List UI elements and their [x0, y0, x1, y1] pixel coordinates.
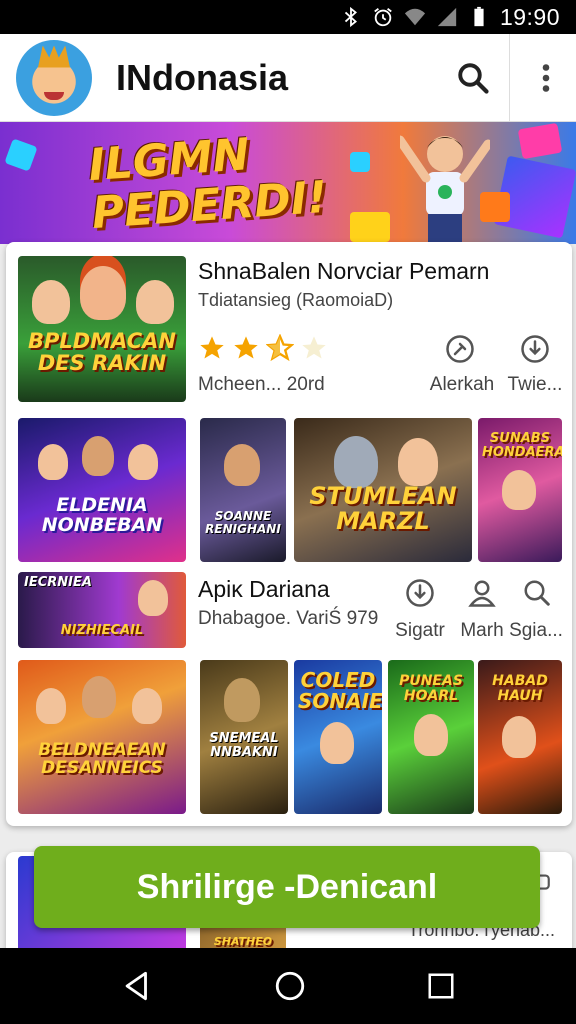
character-face — [398, 438, 438, 486]
app-bar: INdonasia — [0, 33, 576, 122]
thumbnail-title: HABAD HAUH — [492, 673, 548, 704]
back-icon[interactable] — [120, 969, 154, 1003]
thumbnail-title: SOANNE RENIGHANI — [205, 509, 281, 536]
character-face — [80, 266, 126, 320]
battery-icon — [474, 6, 484, 27]
system-nav-bar — [0, 948, 576, 1024]
cube-decoration — [350, 152, 370, 172]
search-icon — [458, 62, 489, 94]
wifi-icon — [404, 8, 426, 26]
cube-decoration — [350, 212, 390, 242]
character-face — [132, 688, 162, 724]
thumbnail-title: SUNABS HONDAERAGE — [482, 431, 562, 460]
character-face — [224, 444, 260, 486]
star-half-icon — [266, 334, 294, 362]
app-thumbnail[interactable]: PUNEAS HOARL — [388, 660, 474, 814]
rating-stars — [198, 334, 328, 362]
bluetooth-icon — [344, 6, 357, 28]
alarm-clock-icon — [374, 8, 392, 27]
second-app-name[interactable]: Apiκ Dariana — [198, 576, 330, 603]
status-bar: 19:90 — [0, 0, 576, 34]
overflow-menu-button[interactable] — [516, 48, 576, 108]
star-icon — [200, 336, 224, 359]
home-icon[interactable] — [273, 969, 307, 1003]
signal-icon — [437, 7, 457, 27]
character-face — [36, 688, 66, 724]
action-label: Sgia... — [509, 620, 563, 641]
thumbnail-title: BPLDMACAN DES RAKIN — [28, 329, 176, 376]
search-button[interactable] — [443, 48, 503, 108]
download-icon[interactable] — [520, 334, 550, 364]
character-face — [502, 716, 536, 758]
banner-title: ILGMN PEDERDI! — [87, 126, 329, 239]
character-face — [224, 678, 260, 722]
character-face — [320, 722, 354, 764]
app-thumbnail[interactable]: HABAD HAUH — [478, 660, 562, 814]
thumbnail-title: STUMLEAN MARZL — [309, 482, 457, 536]
character-face — [334, 436, 378, 488]
more-vert-icon — [542, 63, 550, 92]
thumbnail-title: ELDENIA NONBEBAN — [41, 494, 163, 536]
app-thumbnail[interactable]: COLED SONAIES — [294, 660, 382, 814]
download-icon[interactable] — [405, 578, 435, 608]
character-face — [502, 470, 536, 510]
app-list-card: BPLDMACAN DES RAKIN ShnaBalen Norvciar P… — [6, 242, 572, 826]
featured-app-name[interactable]: ShnaBalen Norvciar Pemarn — [198, 258, 489, 285]
character-face — [82, 676, 116, 718]
search-icon[interactable] — [522, 578, 552, 608]
character-face — [32, 280, 70, 324]
cube-decoration — [517, 122, 563, 160]
app-thumbnail[interactable]: SOANNE RENIGHANI — [200, 418, 286, 562]
app-thumbnail[interactable]: SUNABS HONDAERAGE — [478, 418, 562, 562]
character-face — [136, 280, 174, 324]
recents-icon[interactable] — [426, 971, 456, 1001]
alarm-icon[interactable] — [445, 334, 475, 364]
app-thumbnail[interactable]: BELDNEAEAN DESANNEICS — [18, 660, 186, 814]
action-label: Alerkah — [429, 374, 495, 395]
character-face — [38, 444, 68, 480]
app-thumbnail[interactable]: STUMLEAN MARZL — [294, 418, 472, 562]
thumbnail-title: COLED SONAIES — [298, 668, 382, 713]
star-empty-icon — [302, 336, 326, 359]
app-thumbnail[interactable]: SNEMEAL NNBAKNI — [200, 660, 288, 814]
promo-banner[interactable]: ILGMN PEDERDI! — [0, 122, 576, 244]
thumbnail-title: BELDNEAEAN DESANNEICS — [38, 740, 166, 778]
character-illustration — [400, 135, 490, 244]
character-face — [82, 436, 114, 476]
person-icon[interactable] — [467, 578, 497, 608]
thumbnail-subtitle: NIZHIECAIL — [60, 623, 144, 638]
second-app-developer: Dhabagoe. VariŚ 979 — [198, 608, 379, 629]
thumbnail-title: PUNEAS HOARL — [399, 673, 463, 704]
featured-app-thumbnail[interactable]: BPLDMACAN DES RAKIN — [18, 256, 186, 402]
app-logo — [16, 39, 92, 116]
character-face — [414, 714, 448, 756]
thumbnail-title: SHATHEO — [213, 935, 273, 949]
character-face — [128, 444, 158, 480]
page-title: INdonasia — [116, 56, 289, 98]
featured-app-meta: Mcheen... 20rd — [198, 374, 325, 395]
action-label: Twie... — [507, 374, 563, 395]
star-icon — [234, 336, 258, 359]
divider — [509, 33, 510, 122]
clock: 19:90 — [499, 3, 560, 30]
primary-action-button[interactable]: Shrilirge -Denicanl — [34, 846, 540, 928]
thumbnail-title: SNEMEAL NNBAKNI — [209, 731, 279, 760]
thumbnail-title: IECRNIEA — [24, 575, 92, 590]
app-thumbnail[interactable]: ELDENIA NONBEBAN — [18, 418, 186, 562]
cube-decoration — [4, 138, 38, 172]
character-face — [138, 580, 168, 616]
second-app-thumbnail[interactable]: IECRNIEA NIZHIECAIL — [18, 572, 186, 648]
featured-app-developer: Tdiatansieg (RaomoiaD) — [198, 290, 394, 310]
